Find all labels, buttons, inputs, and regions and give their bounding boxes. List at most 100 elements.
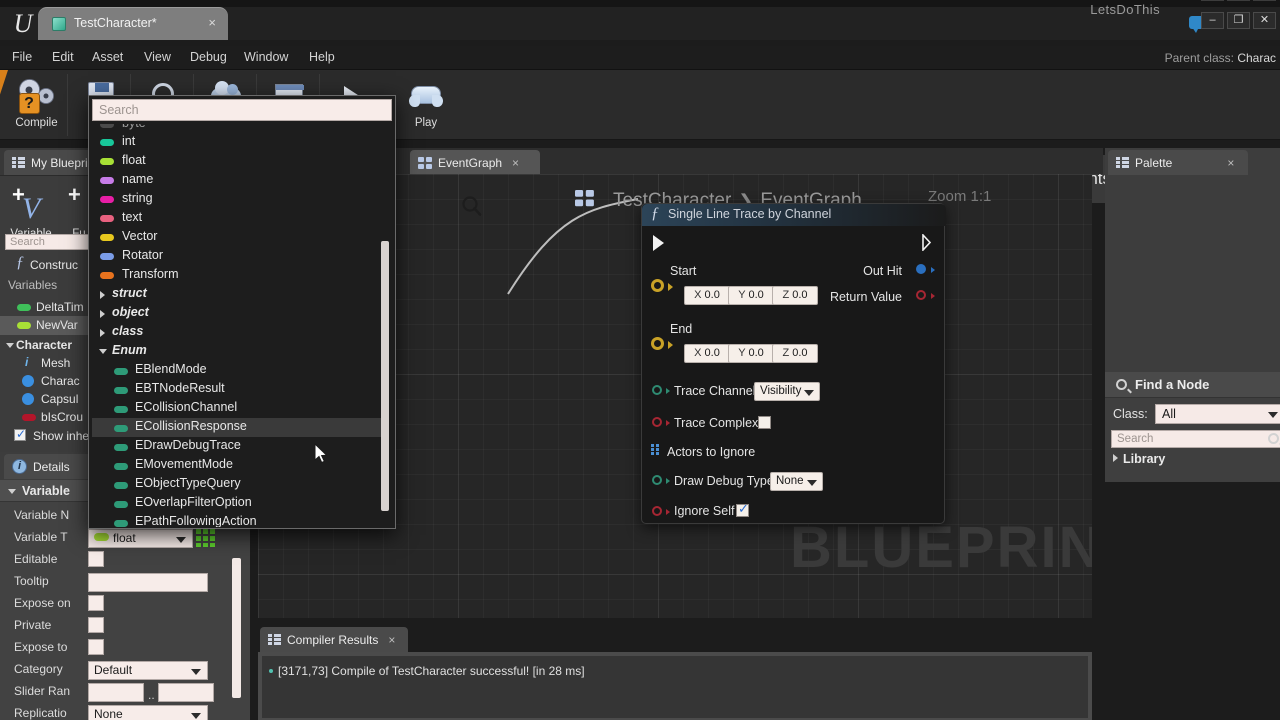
replication-dropdown[interactable]: None — [88, 705, 208, 720]
details-scrollbar[interactable] — [232, 558, 241, 698]
trace-complex-pin[interactable] — [652, 417, 662, 427]
variable-type-dropdown[interactable]: float — [88, 529, 193, 548]
trace-channel-pin[interactable] — [652, 385, 662, 395]
show-inherited-checkbox[interactable] — [14, 427, 26, 441]
type-group-enum[interactable]: Enum — [92, 342, 388, 361]
private-checkbox[interactable] — [88, 617, 104, 633]
start-x-value: 0.0 — [704, 289, 720, 301]
chevron-down-icon — [8, 489, 16, 494]
slider-range-min-input[interactable] — [88, 683, 144, 702]
type-item-int[interactable]: int — [92, 133, 388, 152]
close-icon[interactable]: × — [388, 633, 395, 647]
ignore-self-checkbox[interactable] — [736, 501, 749, 517]
type-item-string[interactable]: string — [92, 190, 388, 209]
ignore-self-pin[interactable] — [652, 506, 662, 516]
type-item-text[interactable]: text — [92, 209, 388, 228]
type-dropdown-list[interactable]: byte int float name string text — [92, 124, 392, 527]
document-tab-testcharacter[interactable]: TestCharacter* × — [38, 7, 228, 40]
outer-close-button[interactable]: ✕ — [1253, 0, 1276, 1]
start-pin[interactable] — [651, 279, 664, 292]
enum-item-ecollisionresponse[interactable]: ECollisionResponse — [92, 418, 388, 437]
search-icon[interactable] — [461, 195, 483, 217]
chevron-down-icon-class — [1268, 412, 1278, 418]
add-variable-button[interactable]: + V Variable — [2, 184, 60, 241]
chevron-right-icon[interactable] — [1113, 454, 1118, 462]
actors-to-ignore-array-pin[interactable] — [651, 444, 663, 455]
variable-container-grid-icon[interactable] — [196, 529, 215, 547]
end-x-input[interactable]: X 0.0 — [684, 344, 730, 363]
menu-item-file[interactable]: File — [8, 50, 36, 64]
find-a-node-header[interactable]: Find a Node — [1105, 372, 1280, 398]
play-button[interactable]: Play — [398, 74, 454, 136]
end-pin[interactable] — [651, 337, 664, 350]
close-button[interactable]: ✕ — [1253, 12, 1276, 29]
outer-minimize-button[interactable]: – — [1201, 0, 1224, 1]
editable-checkbox[interactable] — [88, 551, 104, 567]
compiler-message-row[interactable]: [3171,73] Compile of TestCharacter succe… — [269, 664, 585, 678]
variable-type-dropdown-popup[interactable]: Search byte int float name — [88, 95, 482, 529]
compiler-results-tab[interactable]: Compiler Results × — [260, 627, 408, 652]
tooltip-input[interactable] — [88, 573, 208, 592]
type-item-byte[interactable]: byte — [92, 124, 388, 133]
start-z-input[interactable]: Z 0.0 — [772, 286, 818, 305]
type-item-transform[interactable]: Transform — [92, 266, 388, 285]
menu-item-edit[interactable]: Edit — [48, 50, 78, 64]
trace-complex-arrow-icon — [666, 420, 670, 426]
menu-item-window[interactable]: Window — [240, 50, 292, 64]
menu-item-help[interactable]: Help — [305, 50, 339, 64]
start-y-input[interactable]: Y 0.0 — [728, 286, 774, 305]
details-tab[interactable]: i Details — [4, 454, 96, 479]
class-filter-dropdown[interactable]: All — [1155, 404, 1280, 424]
enum-item-ebtnoderesult[interactable]: EBTNodeResult — [92, 380, 388, 399]
menu-item-view[interactable]: View — [140, 50, 175, 64]
type-item-rotator[interactable]: Rotator — [92, 247, 388, 266]
type-item-name[interactable]: name — [92, 171, 388, 190]
eventgraph-tab[interactable]: EventGraph × — [410, 150, 540, 175]
node-single-line-trace-by-channel[interactable]: ƒ Single Line Trace by Channel Start X 0… — [641, 203, 946, 524]
minimize-button[interactable]: – — [1201, 12, 1224, 29]
trace-channel-dropdown[interactable]: Visibility — [754, 382, 821, 401]
type-group-class[interactable]: class — [92, 323, 388, 342]
menu-item-asset[interactable]: Asset — [88, 50, 127, 64]
maximize-button[interactable]: ❐ — [1227, 12, 1250, 29]
expose-on-spawn-checkbox[interactable] — [88, 595, 104, 611]
palette-tab[interactable]: Palette × — [1108, 150, 1248, 175]
find-node-search-input[interactable]: Search — [1111, 430, 1280, 448]
type-dropdown-search-input[interactable]: Search — [92, 99, 392, 121]
start-x-input[interactable]: X 0.0 — [684, 286, 730, 305]
type-group-object[interactable]: object — [92, 304, 388, 323]
type-item-vector[interactable]: Vector — [92, 228, 388, 247]
end-y-input[interactable]: Y 0.0 — [728, 344, 774, 363]
exec-input-pin[interactable] — [653, 235, 664, 251]
enum-item-ecollisionchannel[interactable]: ECollisionChannel — [92, 399, 388, 418]
close-icon[interactable]: × — [512, 156, 519, 170]
draw-debug-type-pin[interactable] — [652, 475, 662, 485]
enum-item-epathfollowingaction[interactable]: EPathFollowingAction — [92, 513, 388, 527]
type-dropdown-scrollbar[interactable] — [381, 241, 389, 511]
compiler-results-list[interactable]: [3171,73] Compile of TestCharacter succe… — [262, 656, 1088, 718]
out-hit-pin[interactable] — [916, 264, 926, 274]
outer-maximize-button[interactable]: ❐ — [1227, 0, 1250, 1]
expose-to-checkbox[interactable] — [88, 639, 104, 655]
exec-output-pin[interactable] — [922, 234, 935, 251]
type-item-float[interactable]: float — [92, 152, 388, 171]
rotator-pill-icon — [100, 253, 114, 260]
enum-item-eobjecttypequery[interactable]: EObjectTypeQuery — [92, 475, 388, 494]
close-icon[interactable]: × — [1227, 156, 1234, 170]
enum-item-eoverlapfilteroption[interactable]: EOverlapFilterOption — [92, 494, 388, 513]
close-icon[interactable]: × — [208, 15, 216, 30]
compile-button[interactable]: ? Compile — [6, 74, 68, 136]
return-value-pin[interactable] — [916, 290, 926, 300]
category-dropdown[interactable]: Default — [88, 661, 208, 680]
enum-item-emovementmode[interactable]: EMovementMode — [92, 456, 388, 475]
trace-complex-checkbox[interactable] — [758, 416, 771, 429]
menu-item-debug[interactable]: Debug — [186, 50, 231, 64]
enum-item-eblendmode[interactable]: EBlendMode — [92, 361, 388, 380]
type-group-struct[interactable]: struct — [92, 285, 388, 304]
slider-range-max-input[interactable] — [158, 683, 214, 702]
enum-item-edrawdebugtrace[interactable]: EDrawDebugTrace — [92, 437, 388, 456]
end-z-input[interactable]: Z 0.0 — [772, 344, 818, 363]
draw-debug-type-dropdown[interactable]: None — [770, 472, 823, 491]
list-icon — [268, 634, 281, 645]
search-icon-2[interactable] — [1268, 433, 1279, 444]
